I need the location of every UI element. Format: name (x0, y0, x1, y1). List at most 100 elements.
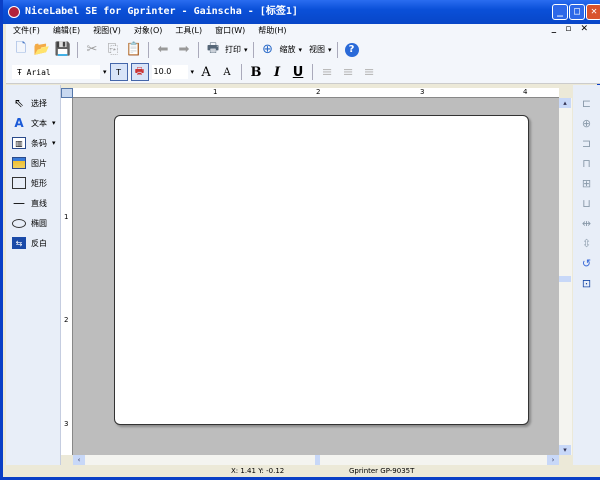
chevron-down-icon[interactable]: ▾ (299, 46, 303, 54)
vertical-scrollbar[interactable]: ▴ ▾ (559, 98, 572, 455)
align-left-edges-icon[interactable]: ⊏ (573, 93, 600, 113)
main-toolbar: 🗋 📂 💾 ✂ ⎘ 📋 ⬅ ➡ 🖶 打印 ▾ ⊕ 缩放 ▾ 视图 ▾ ? (6, 38, 600, 61)
menu-help[interactable]: 帮助(H) (251, 24, 292, 38)
align-right-icon[interactable]: ≡ (360, 63, 378, 81)
zoom-icon[interactable]: ⊕ (259, 41, 277, 59)
printer-font-icon[interactable]: 🖶 (130, 63, 149, 81)
image-icon (12, 157, 26, 169)
cut-icon[interactable]: ✂ (83, 41, 101, 59)
close-button[interactable]: ✕ (586, 4, 600, 20)
scroll-left-icon[interactable]: ‹ (73, 455, 85, 465)
tool-label: 反白 (31, 238, 47, 248)
tool-image[interactable]: 图片 (6, 153, 60, 173)
label-page[interactable] (114, 115, 529, 425)
tool-label: 矩形 (31, 178, 47, 188)
toolbox: ⇖ 选择 A 文本 ▾ ▥ 条码 ▾ 图片 矩形 — 直线 椭圆 ⇆ 反白 (6, 85, 61, 465)
window-title: NiceLabel SE for Gprinter - Gainscha - [… (25, 6, 298, 17)
menu-edit[interactable]: 编辑(E) (46, 24, 86, 38)
align-horizontal-center-icon[interactable]: ⊕ (573, 113, 600, 133)
title-bar: NiceLabel SE for Gprinter - Gainscha - [… (3, 0, 600, 24)
font-select[interactable]: Ŧ Arial (12, 65, 100, 79)
align-left-icon[interactable]: ≡ (318, 63, 336, 81)
align-top-edges-icon[interactable]: ⊓ (573, 153, 600, 173)
align-center-icon[interactable]: ≡ (339, 63, 357, 81)
tool-rectangle[interactable]: 矩形 (6, 173, 60, 193)
separator (312, 64, 314, 80)
tool-label: 选择 (31, 98, 47, 108)
chevron-down-icon[interactable]: ▾ (191, 68, 195, 76)
align-right-edges-icon[interactable]: ⊐ (573, 133, 600, 153)
align-toolbar: ⊏ ⊕ ⊐ ⊓ ⊞ ⊔ ⇹ ⇳ ↺ ⊡ (573, 85, 600, 465)
menu-object[interactable]: 对象(O) (127, 24, 169, 38)
horizontal-scrollbar[interactable]: ‹ › (73, 455, 559, 465)
tool-inverse[interactable]: ⇆ 反白 (6, 233, 60, 253)
menu-tools[interactable]: 工具(L) (168, 24, 208, 38)
text-icon: A (14, 116, 24, 130)
underline-button[interactable]: U (289, 63, 307, 81)
printer-icon[interactable]: 🖶 (204, 41, 222, 59)
menu-view[interactable]: 视图(V) (86, 24, 127, 38)
new-icon[interactable]: 🗋 (12, 41, 30, 59)
align-bottom-edges-icon[interactable]: ⊔ (573, 193, 600, 213)
scroll-thumb[interactable] (315, 455, 320, 465)
tool-line[interactable]: — 直线 (6, 193, 60, 213)
menu-window[interactable]: 窗口(W) (208, 24, 251, 38)
undo-icon[interactable]: ⬅ (154, 41, 172, 59)
tool-ellipse[interactable]: 椭圆 (6, 213, 60, 233)
cursor-icon: ⇖ (13, 96, 25, 110)
scroll-down-icon[interactable]: ▾ (559, 445, 571, 455)
chevron-down-icon[interactable]: ▾ (328, 46, 332, 54)
align-vertical-center-icon[interactable]: ⊞ (573, 173, 600, 193)
help-icon[interactable]: ? (343, 41, 361, 59)
maximize-button[interactable]: □ (569, 4, 585, 20)
horizontal-ruler: 1 2 3 4 (73, 88, 559, 98)
ruler-tick-label: 3 (420, 88, 425, 96)
separator (252, 41, 254, 58)
save-icon[interactable]: 💾 (54, 41, 72, 59)
tool-label: 椭圆 (31, 218, 47, 228)
font-shrink-icon[interactable]: A (218, 63, 236, 81)
line-icon: — (13, 196, 25, 210)
view-button[interactable]: 视图 (309, 44, 325, 55)
ruler-tick-label: 2 (316, 88, 321, 96)
chevron-down-icon[interactable]: ▾ (103, 68, 107, 76)
text-frame-icon[interactable]: T (109, 63, 128, 81)
barcode-icon: ▥ (12, 137, 26, 149)
ruler-units-button[interactable] (61, 88, 73, 98)
ruler-tick-label: 3 (64, 420, 69, 428)
zoom-button[interactable]: 缩放 (280, 44, 296, 55)
paste-icon[interactable]: 📋 (125, 41, 143, 59)
inverse-icon: ⇆ (12, 237, 26, 249)
scroll-right-icon[interactable]: › (547, 455, 559, 465)
rectangle-icon (12, 177, 26, 189)
copy-icon[interactable]: ⎘ (104, 41, 122, 59)
printer-name: Gprinter GP-9035T (349, 467, 415, 475)
tool-text[interactable]: A 文本 ▾ (6, 113, 60, 133)
mdi-controls[interactable]: _ ▫ ✕ (552, 24, 591, 34)
tool-barcode[interactable]: ▥ 条码 ▾ (6, 133, 60, 153)
tool-select[interactable]: ⇖ 选择 (6, 93, 60, 113)
redo-icon[interactable]: ➡ (175, 41, 193, 59)
font-grow-icon[interactable]: A (197, 63, 215, 81)
separator (77, 41, 78, 58)
ruler-tick-label: 1 (213, 88, 218, 96)
print-button[interactable]: 打印 (225, 44, 241, 55)
separator (198, 41, 199, 58)
scroll-up-icon[interactable]: ▴ (559, 98, 571, 108)
vertical-ruler: 1 2 3 (61, 98, 73, 455)
italic-button[interactable]: I (268, 63, 286, 81)
design-canvas[interactable] (73, 98, 559, 455)
open-icon[interactable]: 📂 (33, 41, 51, 59)
ruler-tick-label: 1 (64, 213, 69, 221)
distribute-vertical-icon[interactable]: ⇳ (573, 233, 600, 253)
scroll-thumb[interactable] (559, 276, 571, 282)
menu-file[interactable]: 文件(F) (6, 24, 46, 38)
distribute-horizontal-icon[interactable]: ⇹ (573, 213, 600, 233)
rotate-icon[interactable]: ↺ (573, 253, 600, 273)
chevron-down-icon[interactable]: ▾ (244, 46, 248, 54)
minimize-button[interactable]: _ (552, 4, 568, 20)
insert-object-icon[interactable]: ⊡ (573, 273, 600, 293)
cursor-coordinates: X: 1.41 Y: -0.12 (231, 467, 285, 475)
bold-button[interactable]: B (247, 63, 265, 81)
font-size-select[interactable]: 10.0 (151, 65, 188, 79)
